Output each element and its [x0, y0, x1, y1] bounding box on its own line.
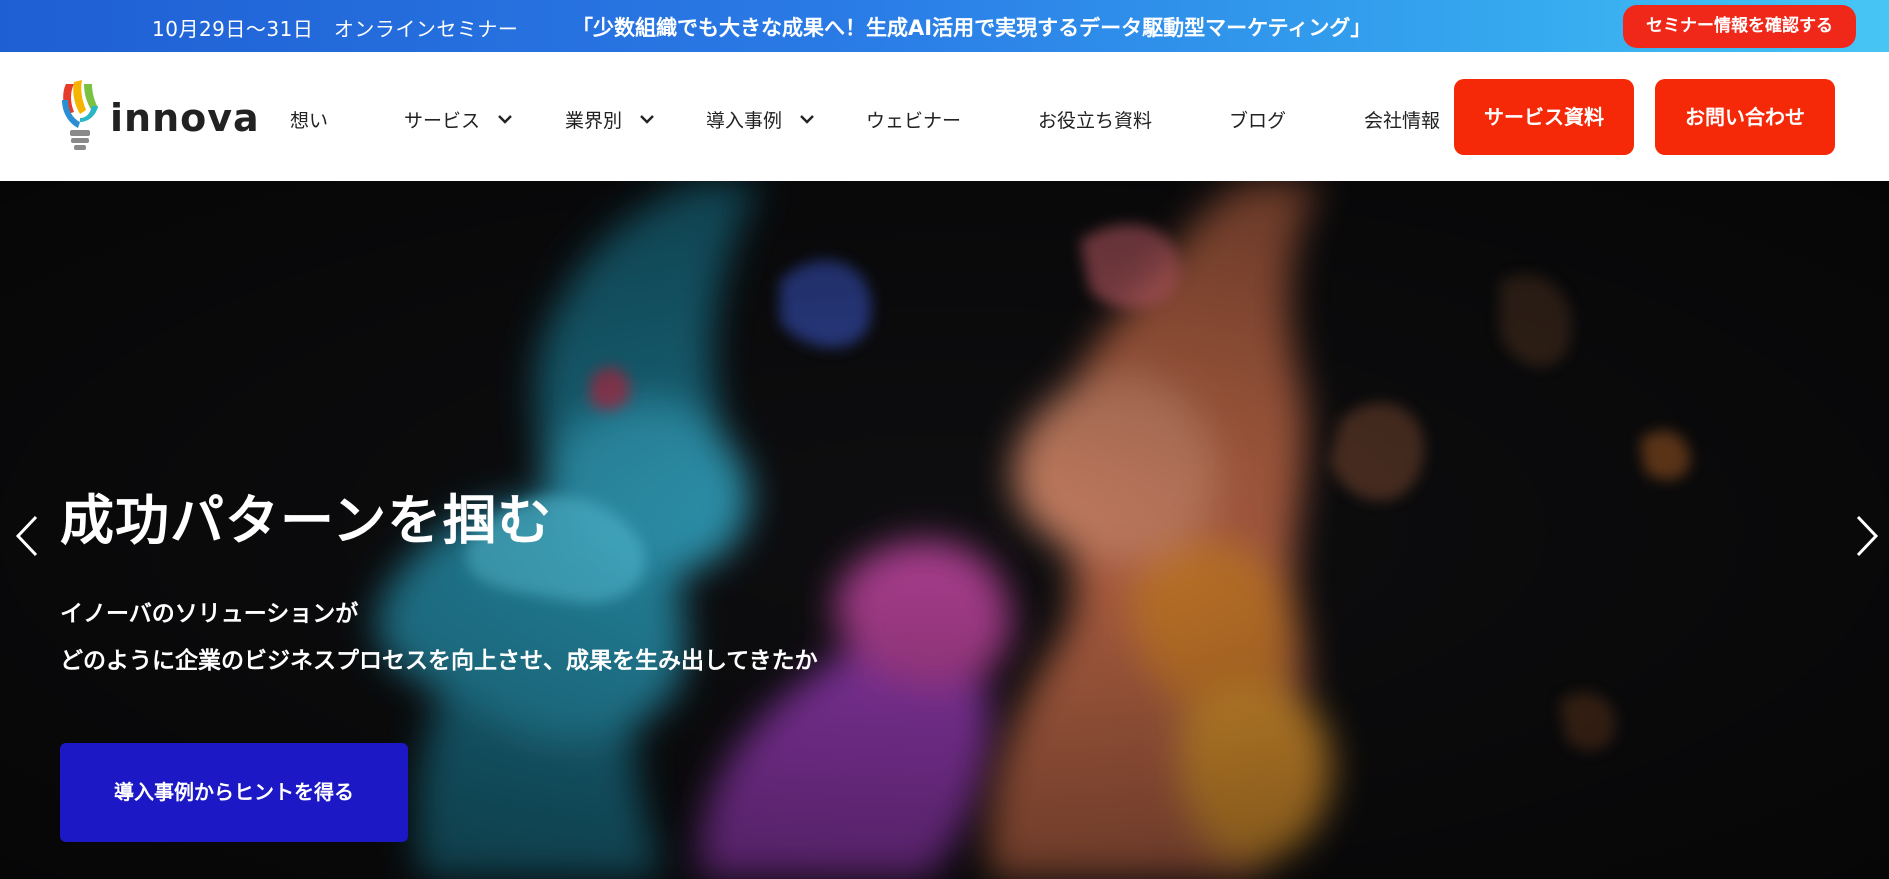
nav-label: サービス	[404, 109, 481, 132]
chevron-down-icon	[498, 115, 512, 124]
nav-item-company[interactable]: 会社情報	[1364, 104, 1440, 134]
logo-wordmark: innova	[110, 96, 260, 140]
slider-next-button[interactable]	[1848, 511, 1884, 561]
innova-logo[interactable]: innova	[58, 78, 259, 154]
hero-subtext-line-2: どのように企業のビジネスプロセスを向上させ、成果を生み出してきたか	[60, 648, 818, 674]
lightbulb-logo-icon	[62, 80, 98, 150]
seminar-title-link[interactable]: 「少数組織でも大きな成果へ！生成AI活用で実現するデータ駆動型マーケティング」	[572, 12, 1371, 42]
nav-label: お役立ち資料	[1038, 109, 1153, 132]
slider-prev-button[interactable]	[10, 511, 46, 561]
hero-headline: 成功パターンを掴む	[60, 489, 553, 552]
service-doc-button[interactable]: サービス資料	[1454, 79, 1634, 155]
hero-slider: 成功パターンを掴む イノーバのソリューションが どのように企業のビジネスプロセス…	[0, 181, 1889, 879]
chevron-right-icon	[1856, 515, 1879, 557]
case-study-cta-button[interactable]: 導入事例からヒントを得る	[60, 743, 408, 842]
nav-label: 会社情報	[1364, 109, 1441, 132]
chevron-down-icon	[640, 115, 654, 124]
nav-item-blog[interactable]: ブログ	[1229, 104, 1286, 134]
announcement-bar: 10月29日～31日 オンラインセミナー 「少数組織でも大きな成果へ！生成AI活…	[0, 0, 1889, 52]
seminar-date: 10月29日～31日 オンラインセミナー	[152, 17, 519, 41]
nav-item-webinar[interactable]: ウェビナー	[866, 104, 961, 134]
nav-label: 想い	[290, 109, 329, 132]
site-header: innova 想い サービス 業界別 導入事例 ウェビナー お役立ち資料 ブログ…	[0, 52, 1889, 181]
seminar-info-button[interactable]: セミナー情報を確認する	[1623, 5, 1856, 48]
hero-subtext-line-1: イノーバのソリューションが	[60, 601, 359, 627]
nav-label: 導入事例	[706, 109, 783, 132]
nav-item-industry[interactable]: 業界別	[565, 104, 656, 134]
chevron-down-icon	[800, 115, 814, 124]
chevron-left-icon	[15, 515, 38, 557]
nav-label: ブログ	[1229, 109, 1287, 132]
nav-label: 業界別	[565, 109, 623, 132]
nav-item-resources[interactable]: お役立ち資料	[1038, 104, 1152, 134]
nav-label: ウェビナー	[866, 109, 962, 132]
nav-item-case-studies[interactable]: 導入事例	[706, 104, 816, 134]
nav-item-vision[interactable]: 想い	[290, 104, 328, 134]
contact-button[interactable]: お問い合わせ	[1655, 79, 1835, 155]
nav-item-services[interactable]: サービス	[404, 104, 514, 134]
